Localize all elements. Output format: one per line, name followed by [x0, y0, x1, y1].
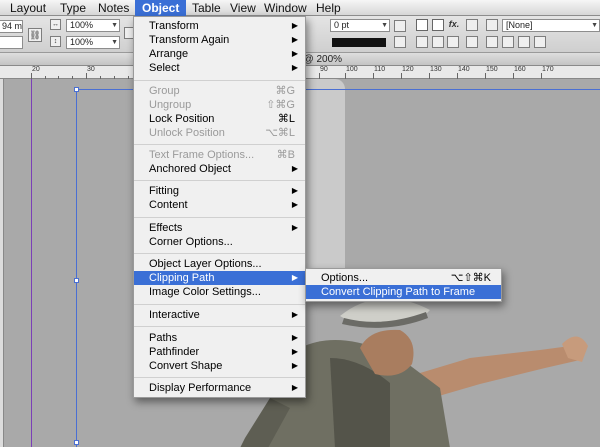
menu-item-image-color-settings[interactable]: Image Color Settings... — [134, 285, 305, 299]
submenu-arrow-icon: ▶ — [291, 35, 298, 44]
menu-item-pathfinder[interactable]: Pathfinder ▶ — [134, 345, 305, 359]
scale-x-icon: ↔ — [50, 19, 61, 30]
frame-edge-left — [76, 89, 77, 447]
menu-separator — [134, 253, 305, 254]
submenu-arrow-icon: ▶ — [291, 200, 298, 209]
menu-item-anchored-object[interactable]: Anchored Object ▶ — [134, 162, 305, 176]
ruler-label: 120 — [402, 66, 414, 73]
fit-frame-icon[interactable] — [486, 36, 498, 48]
menu-separator — [134, 304, 305, 305]
effects-fx-icon[interactable]: fx. — [447, 18, 461, 32]
menu-item-group: Group ⌘G — [149, 85, 295, 97]
submenu-arrow-icon: ▶ — [291, 63, 298, 72]
vertical-ruler[interactable] — [0, 79, 4, 447]
object-style-select[interactable]: [None] ▼ — [502, 19, 600, 32]
flip-horizontal-icon[interactable] — [416, 36, 428, 48]
submenu-arrow-icon: ▶ — [291, 49, 298, 58]
stroke-style-icon[interactable] — [394, 20, 406, 32]
fit-content-icon[interactable] — [502, 36, 514, 48]
clipping-path-submenu: Options... ⌥⇧⌘K Convert Clipping Path to … — [305, 268, 502, 302]
ruler-label: 110 — [374, 66, 386, 73]
select-content-icon[interactable] — [466, 36, 478, 48]
submenu-arrow-icon: ▶ — [291, 310, 298, 319]
menu-item-interactive[interactable]: Interactive ▶ — [134, 308, 305, 322]
menu-item-arrange[interactable]: Arrange ▶ — [134, 47, 305, 61]
ruler-label: 30 — [87, 66, 95, 73]
ruler-label: 160 — [514, 66, 526, 73]
ruler-label: 90 — [320, 66, 328, 73]
constrain-proportions-icon[interactable]: ⛓ — [28, 28, 42, 42]
menu-item-transform-again[interactable]: Transform Again ▶ — [134, 33, 305, 47]
submenu-arrow-icon: ▶ — [291, 347, 298, 356]
menu-separator — [134, 377, 305, 378]
object-menu: Transform ▶ Transform Again ▶ Arrange ▶ Sel… — [133, 16, 306, 398]
menu-item-convert-clipping-path-to-frame[interactable]: Convert Clipping Path to Frame — [306, 285, 501, 299]
menu-bar: Layout Type Notes Object Table View Wind… — [0, 0, 600, 16]
menu-layout[interactable]: Layout — [3, 0, 53, 16]
ruler-label: 140 — [458, 66, 470, 73]
menu-separator — [134, 80, 305, 81]
menu-item-paths[interactable]: Paths ▶ — [134, 331, 305, 345]
menu-separator — [134, 326, 305, 327]
scale-y-field[interactable]: 100% ▼ — [66, 36, 120, 49]
menu-item-effects[interactable]: Effects ▶ — [134, 221, 305, 235]
object-style-icon — [486, 19, 498, 31]
submenu-arrow-icon: ▶ — [291, 333, 298, 342]
menu-object[interactable]: Object — [135, 0, 187, 16]
menu-item-corner-options[interactable]: Corner Options... — [134, 235, 305, 249]
frame-handle-top-left[interactable] — [74, 87, 79, 92]
stroke-type-icon[interactable] — [394, 36, 406, 48]
page-edge — [31, 79, 32, 447]
ruler-label: 150 — [486, 66, 498, 73]
submenu-arrow-icon: ▶ — [291, 383, 298, 392]
ruler-label: 170 — [542, 66, 554, 73]
submenu-arrow-icon: ▶ — [291, 361, 298, 370]
menu-item-unlock-position: Unlock Position ⌥⌘L — [149, 127, 295, 139]
width-field[interactable]: 94 mm — [0, 20, 23, 33]
ruler-label: 20 — [32, 66, 40, 73]
menu-type[interactable]: Type — [53, 0, 93, 16]
menu-item-fitting[interactable]: Fitting ▶ — [134, 184, 305, 198]
submenu-arrow-icon: ▶ — [291, 21, 298, 30]
select-container-icon[interactable] — [447, 36, 459, 48]
flip-vertical-icon[interactable] — [432, 36, 444, 48]
submenu-arrow-icon: ▶ — [291, 223, 298, 232]
menu-separator — [134, 144, 305, 145]
drop-shadow-icon[interactable] — [416, 19, 428, 31]
height-field[interactable] — [0, 36, 23, 49]
menu-item-convert-shape[interactable]: Convert Shape ▶ — [134, 359, 305, 373]
submenu-arrow-icon: ▶ — [291, 164, 298, 173]
scale-y-icon: ↕ — [50, 36, 61, 47]
menu-item-clipping-path[interactable]: Clipping Path ▶ — [134, 271, 305, 285]
menu-item-content[interactable]: Content ▶ — [134, 198, 305, 212]
corner-options-icon[interactable] — [466, 19, 478, 31]
menu-table[interactable]: Table — [185, 0, 228, 16]
frame-handle-middle-left[interactable] — [74, 278, 79, 283]
submenu-arrow-icon: ▶ — [291, 186, 298, 195]
menu-help[interactable]: Help — [309, 0, 348, 16]
menu-separator — [134, 180, 305, 181]
menu-item-transform[interactable]: Transform ▶ — [134, 19, 305, 33]
menu-item-text-frame-options: Text Frame Options... ⌘B — [149, 149, 295, 161]
center-content-icon[interactable] — [518, 36, 530, 48]
menu-notes[interactable]: Notes — [91, 0, 136, 16]
submenu-arrow-icon: ▶ — [291, 273, 298, 282]
menu-item-lock-position[interactable]: Lock Position ⌘L — [134, 112, 305, 126]
menu-window[interactable]: Window — [257, 0, 314, 16]
opacity-icon[interactable] — [432, 19, 444, 31]
menu-item-object-layer-options[interactable]: Object Layer Options... — [134, 257, 305, 271]
scale-x-field[interactable]: 100% ▼ — [66, 19, 120, 32]
stroke-weight-field[interactable]: 0 pt ▼ — [330, 19, 390, 32]
ruler-label: 130 — [430, 66, 442, 73]
menu-item-clipping-options[interactable]: Options... ⌥⇧⌘K — [306, 271, 501, 285]
menu-item-select[interactable]: Select ▶ — [134, 61, 305, 75]
menu-separator — [134, 217, 305, 218]
menu-item-display-performance[interactable]: Display Performance ▶ — [134, 381, 305, 395]
fill-frame-icon[interactable] — [534, 36, 546, 48]
ruler-label: 100 — [346, 66, 358, 73]
stroke-type-swatch[interactable] — [332, 38, 386, 47]
frame-handle-bottom-left[interactable] — [74, 440, 79, 445]
menu-item-ungroup: Ungroup ⇧⌘G — [149, 99, 295, 111]
